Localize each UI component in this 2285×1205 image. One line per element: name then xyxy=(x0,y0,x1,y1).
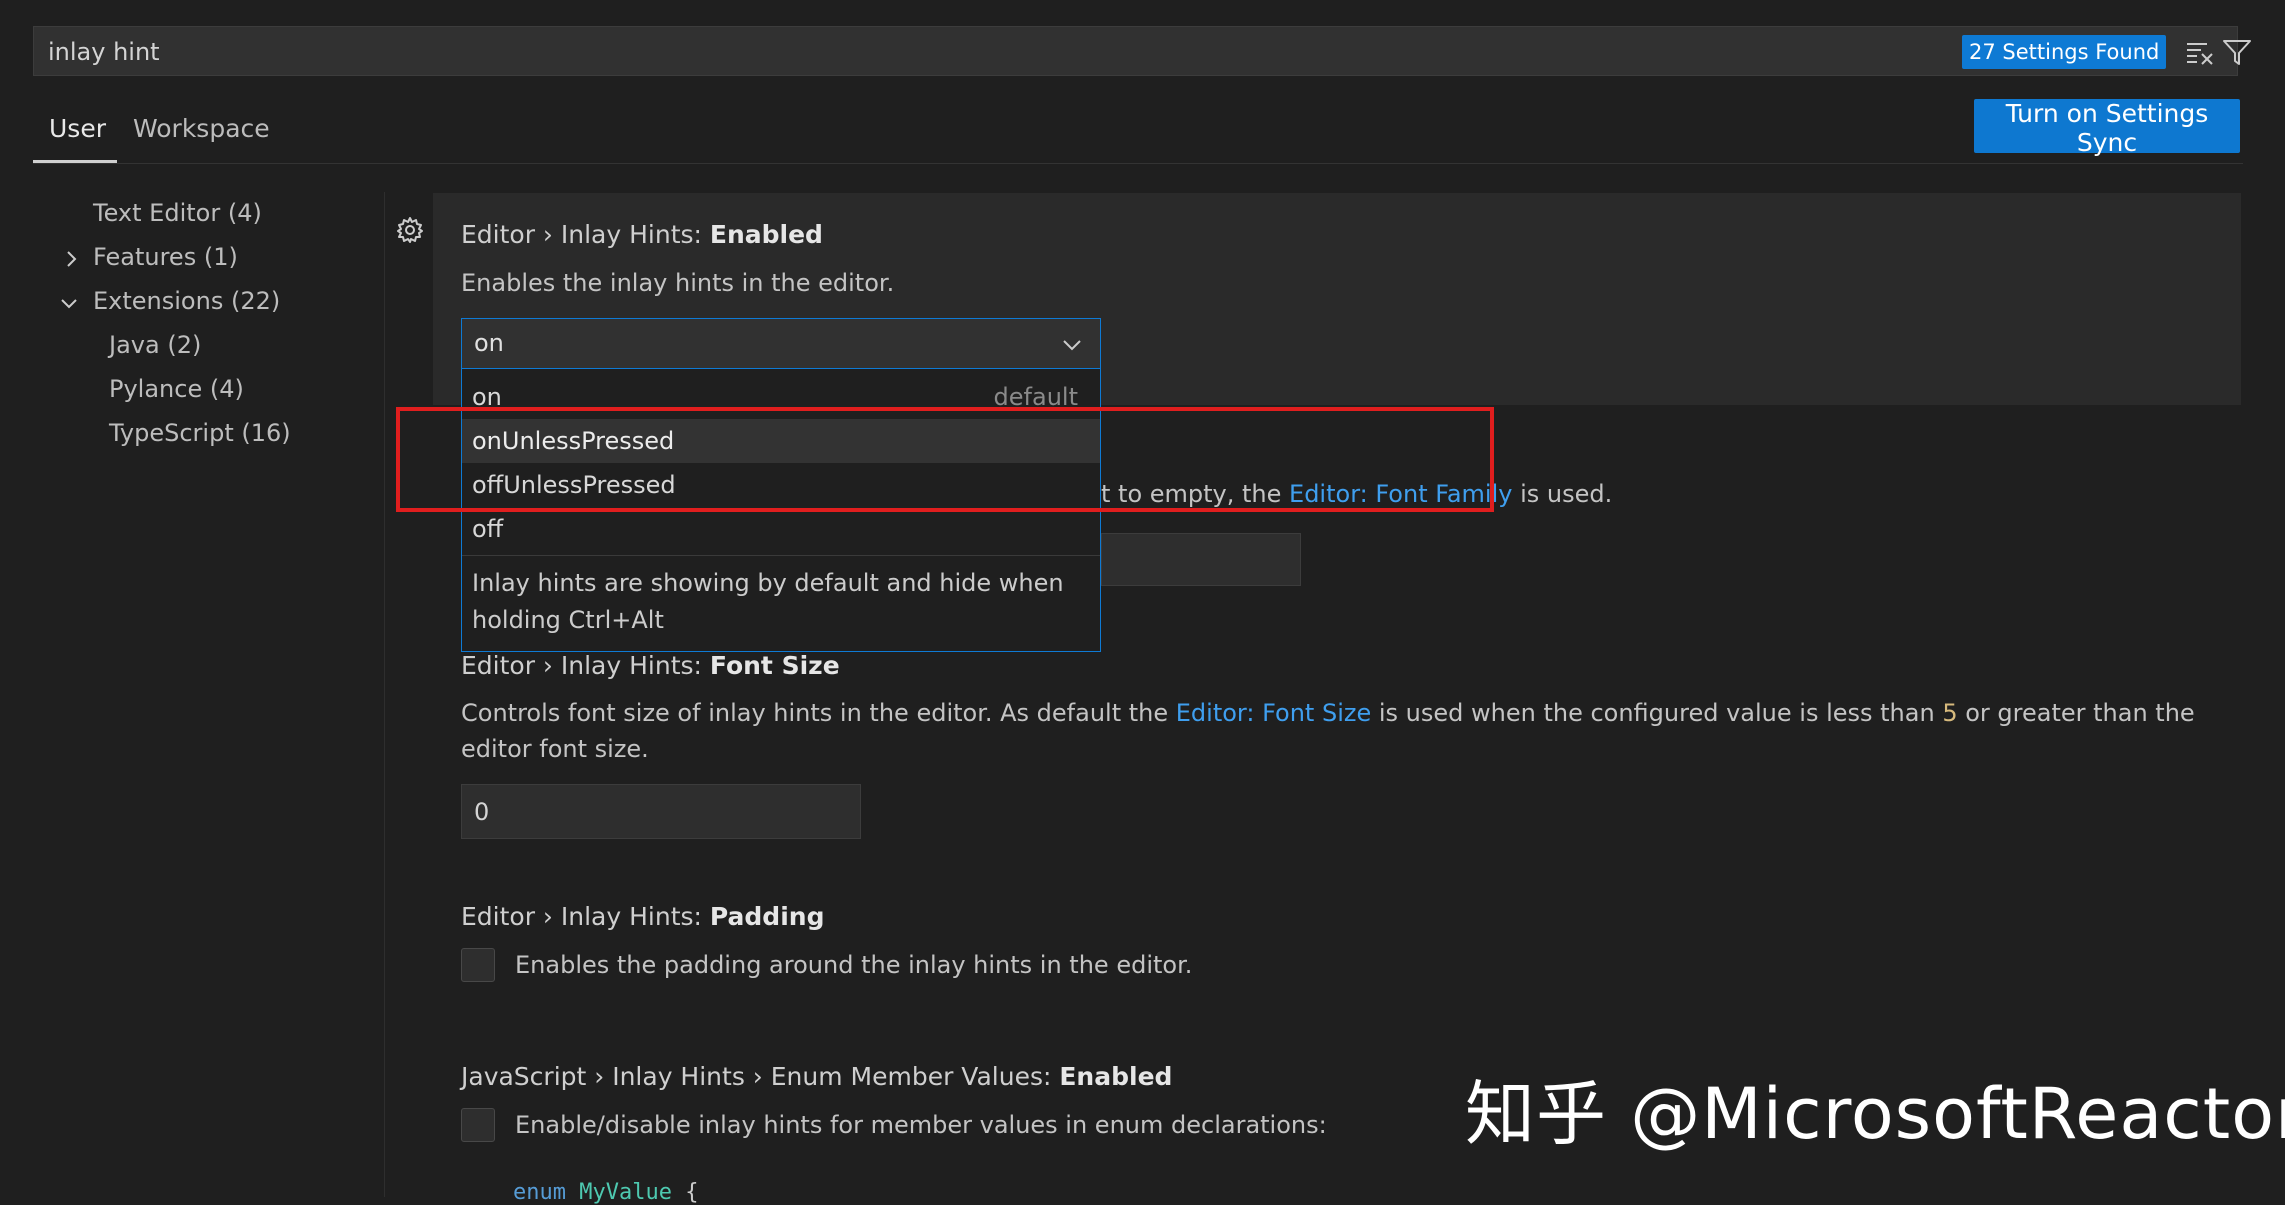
turn-on-settings-sync-button[interactable]: Turn on Settings Sync xyxy=(1974,99,2240,157)
setting-category: JavaScript › Inlay Hints › Enum Member V… xyxy=(461,1062,1060,1091)
gear-icon[interactable] xyxy=(395,215,425,245)
highlight-annotation-box xyxy=(396,407,1494,512)
select-current-value: on xyxy=(474,329,504,357)
watermark: 知乎 @MicrosoftReactor xyxy=(1465,1073,2285,1155)
chevron-right-icon[interactable] xyxy=(61,249,81,269)
setting-category: Editor › Inlay Hints: xyxy=(461,902,710,931)
setting-description: Enables the inlay hints in the editor. xyxy=(461,269,895,297)
enum-member-values-checkbox[interactable] xyxy=(461,1108,495,1142)
inlay-hints-enabled-select[interactable]: on xyxy=(461,318,1101,369)
settings-found-badge: 27 Settings Found xyxy=(1962,35,2167,69)
padding-checkbox[interactable] xyxy=(461,948,495,982)
code-example: enum MyValue { xyxy=(513,1180,698,1205)
setting-title-enum-member-values-enabled: JavaScript › Inlay Hints › Enum Member V… xyxy=(461,1062,1172,1091)
editor-font-size-link[interactable]: Editor: Font Size xyxy=(1176,699,1371,727)
toc-item-features[interactable]: Features (1) xyxy=(93,243,238,271)
dropdown-option-description: Inlay hints are showing by default and h… xyxy=(472,569,1064,634)
setting-description: Enable/disable inlay hints for member va… xyxy=(515,1111,1327,1139)
desc-text: is used when the configured value is les… xyxy=(1371,699,1943,727)
setting-category: Editor › Inlay Hints: xyxy=(461,220,710,249)
toc-item-pylance[interactable]: Pylance (4) xyxy=(109,375,244,403)
setting-description: Controls font size of inlay hints in the… xyxy=(461,695,2221,767)
chevron-down-icon[interactable] xyxy=(59,293,79,313)
code-keyword: enum xyxy=(513,1180,566,1205)
setting-name: Font Size xyxy=(709,651,840,680)
setting-description: Enables the padding around the inlay hin… xyxy=(515,951,1193,979)
option-label: off xyxy=(472,515,504,543)
filter-icon[interactable] xyxy=(2221,36,2253,68)
toc-item-java[interactable]: Java (2) xyxy=(109,331,201,359)
chevron-down-icon xyxy=(1063,340,1081,351)
settings-search-input[interactable] xyxy=(46,33,1950,71)
header-divider xyxy=(33,163,2243,164)
tab-user[interactable]: User xyxy=(49,114,106,143)
font-family-input[interactable] xyxy=(1101,533,1301,586)
dropdown-option-off[interactable]: off xyxy=(462,507,1100,551)
desc-text: is used. xyxy=(1512,480,1613,508)
setting-category: Editor › Inlay Hints: xyxy=(461,651,710,680)
toc-item-extensions[interactable]: Extensions (22) xyxy=(93,287,280,315)
setting-title-inlay-hints-font-size: Editor › Inlay Hints: Font Size xyxy=(461,651,840,680)
clear-filter-icon[interactable] xyxy=(2184,36,2216,68)
font-size-input[interactable] xyxy=(461,784,861,839)
desc-text: Controls font size of inlay hints in the… xyxy=(461,699,1176,727)
setting-name: Enabled xyxy=(709,220,823,249)
toc-item-typescript[interactable]: TypeScript (16) xyxy=(109,419,291,447)
code-brace: { xyxy=(685,1180,699,1205)
toc-divider xyxy=(384,192,385,1197)
code-type-name: MyValue xyxy=(579,1180,672,1205)
tab-workspace[interactable]: Workspace xyxy=(133,114,270,143)
setting-title-inlay-hints-enabled: Editor › Inlay Hints: Enabled xyxy=(461,220,823,249)
dropdown-separator xyxy=(462,555,1100,556)
setting-name: Padding xyxy=(709,902,825,931)
min-value-number: 5 xyxy=(1942,699,1958,727)
setting-title-inlay-hints-padding: Editor › Inlay Hints: Padding xyxy=(461,902,824,931)
toc-item-text-editor[interactable]: Text Editor (4) xyxy=(93,199,262,227)
settings-search-bar: 27 Settings Found xyxy=(33,26,2251,76)
setting-name: Enabled xyxy=(1059,1062,1173,1091)
